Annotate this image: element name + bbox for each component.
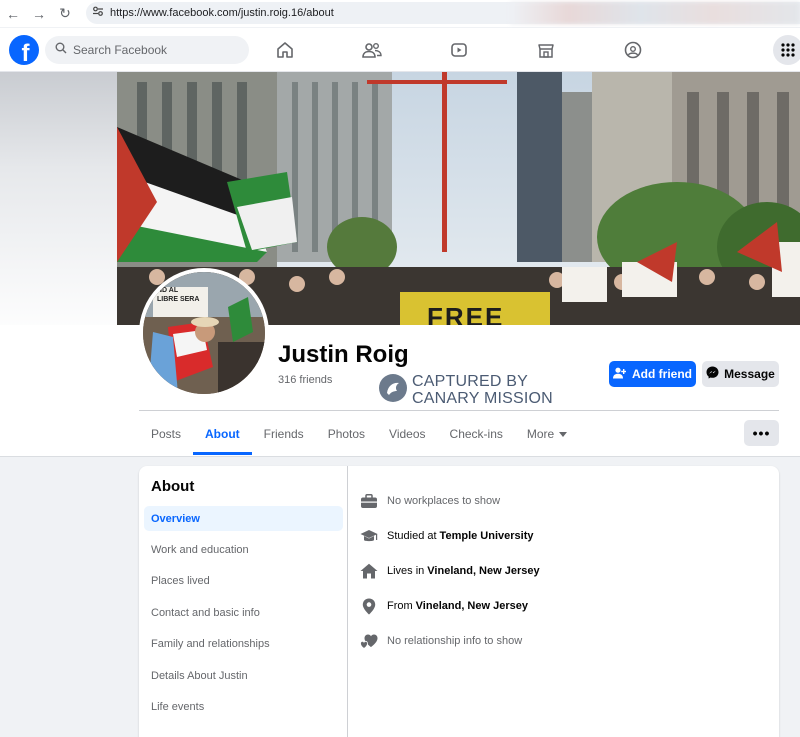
marketplace-icon[interactable] bbox=[531, 36, 561, 64]
profile-tabs: Posts About Friends Photos Videos Check-… bbox=[139, 413, 579, 455]
briefcase-icon bbox=[359, 492, 379, 510]
caret-down-icon bbox=[559, 427, 568, 441]
cover-banner-text: FREE bbox=[427, 302, 505, 325]
home-icon bbox=[359, 562, 379, 580]
add-friend-button[interactable]: Add friend bbox=[609, 361, 696, 387]
avatar-sign-text: ND AL LIBRE SERA bbox=[157, 287, 200, 303]
overview-education-link[interactable]: Temple University bbox=[440, 530, 534, 542]
about-item-family-relationships[interactable]: Family and relationships bbox=[144, 631, 343, 656]
tab-check-ins[interactable]: Check-ins bbox=[438, 413, 515, 455]
add-friend-icon bbox=[613, 367, 627, 382]
url-text[interactable]: https://www.facebook.com/justin.roig.16/… bbox=[110, 7, 334, 19]
profile-picture[interactable]: ND AL LIBRE SERA bbox=[139, 268, 269, 398]
profile-more-button[interactable]: ••• bbox=[744, 420, 779, 446]
tab-about[interactable]: About bbox=[193, 413, 252, 455]
messenger-icon bbox=[706, 366, 719, 382]
location-pin-icon bbox=[359, 597, 379, 615]
tab-photos[interactable]: Photos bbox=[316, 413, 377, 455]
blurred-extensions bbox=[510, 2, 800, 24]
watermark-line1: CAPTURED BY bbox=[412, 373, 528, 390]
browser-toolbar: ← → ↻ https://www.facebook.com/justin.ro… bbox=[0, 0, 800, 27]
facebook-logo-icon[interactable]: f bbox=[9, 35, 39, 65]
message-button[interactable]: Message bbox=[702, 361, 779, 387]
profile-divider bbox=[139, 410, 779, 411]
about-card: About Overview Work and education Places… bbox=[139, 466, 779, 737]
groups-icon[interactable] bbox=[618, 36, 648, 64]
about-sidebar: About Overview Work and education Places… bbox=[139, 466, 348, 737]
tab-friends[interactable]: Friends bbox=[252, 413, 316, 455]
about-item-details[interactable]: Details About Justin bbox=[144, 663, 343, 688]
watermark-line2: CANARY MISSION bbox=[412, 390, 553, 407]
overview-relationship-row: No relationship info to show bbox=[359, 632, 522, 650]
message-label: Message bbox=[724, 367, 775, 381]
about-item-life-events[interactable]: Life events bbox=[144, 694, 343, 719]
home-icon[interactable] bbox=[270, 36, 300, 64]
forward-icon[interactable]: → bbox=[26, 0, 52, 27]
tab-videos[interactable]: Videos bbox=[377, 413, 437, 455]
overview-lives-row: Lives in Vineland, New Jersey bbox=[359, 562, 540, 580]
overview-work-text: No workplaces to show bbox=[387, 495, 501, 507]
overview-relationship-text: No relationship info to show bbox=[387, 635, 523, 647]
overview-from-prefix: From bbox=[387, 600, 413, 612]
watch-icon[interactable] bbox=[444, 36, 474, 64]
tab-more-label: More bbox=[526, 427, 555, 441]
overview-from-link[interactable]: Vineland, New Jersey bbox=[416, 600, 528, 612]
about-item-contact-info[interactable]: Contact and basic info bbox=[144, 600, 343, 625]
overview-education-row: Studied at Temple University bbox=[359, 527, 534, 545]
profile-name: Justin Roig bbox=[278, 341, 409, 368]
back-icon[interactable]: ← bbox=[0, 0, 26, 27]
hearts-icon bbox=[359, 632, 379, 650]
search-input[interactable] bbox=[73, 43, 233, 57]
canary-mission-watermark: CAPTURED BY CANARY MISSION bbox=[378, 370, 559, 410]
canary-logo-icon bbox=[378, 373, 408, 408]
about-title: About bbox=[151, 478, 195, 495]
overview-from-row: From Vineland, New Jersey bbox=[359, 597, 528, 615]
tab-more[interactable]: More bbox=[515, 413, 579, 455]
add-friend-label: Add friend bbox=[632, 367, 692, 381]
overview-work-row: No workplaces to show bbox=[359, 492, 500, 510]
about-item-work-education[interactable]: Work and education bbox=[144, 537, 343, 562]
friends-icon[interactable] bbox=[357, 36, 387, 64]
about-item-overview[interactable]: Overview bbox=[144, 506, 343, 531]
reload-icon[interactable]: ↻ bbox=[52, 0, 78, 27]
search-icon bbox=[55, 41, 67, 59]
site-settings-icon[interactable] bbox=[92, 4, 104, 22]
facebook-header: f bbox=[0, 28, 800, 72]
friends-count[interactable]: 316 friends bbox=[278, 374, 332, 386]
overview-lives-link[interactable]: Vineland, New Jersey bbox=[427, 565, 539, 577]
overview-education-prefix: Studied at bbox=[387, 530, 437, 542]
overview-lives-prefix: Lives in bbox=[387, 565, 425, 577]
graduation-cap-icon bbox=[359, 527, 379, 545]
tab-posts[interactable]: Posts bbox=[139, 413, 193, 455]
about-item-places-lived[interactable]: Places lived bbox=[144, 568, 343, 593]
address-bar[interactable]: https://www.facebook.com/justin.roig.16/… bbox=[86, 2, 800, 24]
grid-menu-icon[interactable] bbox=[773, 35, 800, 65]
search-bar[interactable] bbox=[45, 36, 249, 64]
